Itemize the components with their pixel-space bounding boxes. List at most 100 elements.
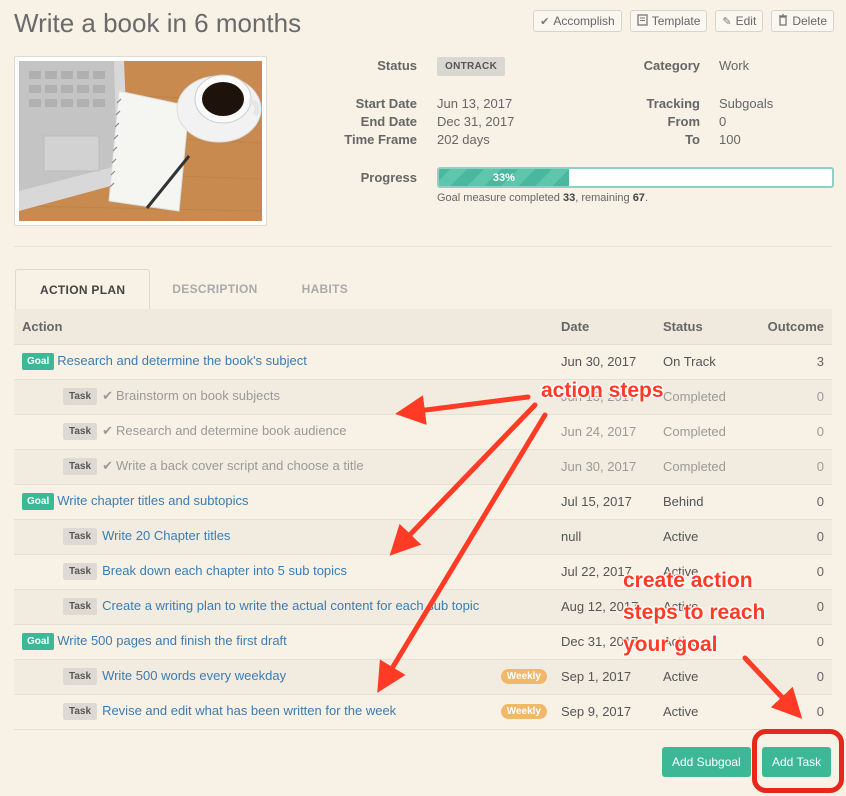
to-value: 100: [719, 132, 741, 147]
task-row[interactable]: Task Revise and edit what has been writte…: [14, 694, 832, 730]
category-value: Work: [719, 58, 750, 73]
header-action: Action: [14, 309, 553, 345]
action-cell: Task ✔ Write a back cover script and choos…: [14, 449, 553, 485]
task-row[interactable]: Task ✔ Write a back cover script and choos…: [14, 449, 832, 485]
task-row[interactable]: Task Write 20 Chapter titles null Active 0: [14, 519, 832, 555]
date-cell: Jul 15, 2017: [553, 484, 655, 520]
task-badge: Task: [63, 598, 98, 616]
goal-row[interactable]: Goal Research and determine the book's su…: [14, 344, 832, 380]
outcome-cell: 0: [752, 484, 832, 520]
status-label: Status: [377, 58, 417, 73]
template-icon: [637, 13, 648, 29]
action-cell: Task Create a writing plan to write the a…: [14, 589, 553, 625]
tab-action-plan[interactable]: ACTION PLAN: [15, 269, 151, 310]
trash-icon: [778, 13, 788, 29]
callout-create-line-1: create action: [623, 569, 753, 592]
task-badge: Task: [63, 458, 98, 476]
task-row[interactable]: Task ✔ Brainstorm on book subjects Jun 13, …: [14, 379, 832, 415]
goal-badge: Goal: [22, 353, 55, 371]
delete-label: Delete: [792, 14, 827, 28]
weekly-badge: Weekly: [500, 668, 547, 684]
status-cell: Active: [655, 694, 752, 730]
header-status: Status: [655, 309, 752, 345]
action-cell: Task ✔ Research and determine book audienc…: [14, 414, 553, 450]
action-plan-rows: Goal Research and determine the book's su…: [14, 344, 832, 730]
action-cell: Task Break down each chapter into 5 sub t…: [14, 554, 553, 590]
edit-label: Edit: [735, 14, 757, 28]
status-cell: Active: [655, 519, 752, 555]
accomplish-button[interactable]: ✔ Accomplish: [533, 10, 622, 32]
task-badge: Task: [63, 528, 98, 546]
goal-row[interactable]: Goal Write chapter titles and subtopics Ju…: [14, 484, 832, 520]
row-title-link[interactable]: Write chapter titles and subtopics: [57, 493, 248, 508]
check-icon: ✔: [540, 15, 550, 28]
add-task-highlight-ring: [752, 729, 844, 793]
status-badge: ONTRACK: [437, 57, 506, 76]
action-cell: Task ✔ Brainstorm on book subjects: [14, 379, 553, 415]
progress-fill: 33%: [439, 169, 569, 186]
row-title-link: ✔ Research and determine book audience: [102, 422, 347, 438]
row-title-link[interactable]: Break down each chapter into 5 sub topic…: [102, 563, 347, 578]
action-cell: Task Write 500 words every weekday Weekly: [14, 659, 553, 695]
task-badge: Task: [63, 563, 98, 581]
progress-percent-text: 33%: [492, 171, 515, 184]
weekly-badge: Weekly: [500, 703, 547, 719]
date-cell: Jun 24, 2017: [553, 414, 655, 450]
tab-description[interactable]: DESCRIPTION: [150, 269, 279, 309]
pencil-icon: ✎: [722, 15, 732, 28]
date-cell: null: [553, 519, 655, 555]
date-cell: Jun 30, 2017: [553, 449, 655, 485]
status-cell: On Track: [655, 344, 752, 380]
progress-completed-value: 33: [562, 192, 576, 204]
time-frame-label: Time Frame: [344, 132, 417, 147]
progress-label: Progress: [360, 170, 417, 185]
delete-button[interactable]: Delete: [771, 10, 834, 32]
date-cell: Jun 30, 2017: [553, 344, 655, 380]
callout-create-line-2: steps to reach: [623, 601, 766, 624]
end-date-value: Dec 31, 2017: [437, 114, 515, 129]
add-subgoal-button[interactable]: Add Subgoal: [662, 747, 751, 777]
start-date-value: Jun 13, 2017: [437, 96, 513, 111]
action-cell: Task Revise and edit what has been writte…: [14, 694, 553, 730]
outcome-cell: 0: [752, 659, 832, 695]
tab-bar: ACTION PLAN DESCRIPTION HABITS: [15, 269, 370, 310]
tab-habits[interactable]: HABITS: [280, 269, 370, 309]
section-divider: [14, 246, 832, 247]
row-title-link[interactable]: Write 500 words every weekday: [102, 668, 286, 683]
header-outcome: Outcome: [752, 309, 832, 345]
template-button[interactable]: Template: [629, 10, 708, 32]
goal-image: [14, 56, 267, 226]
edit-button[interactable]: ✎ Edit: [715, 10, 764, 32]
row-title-link[interactable]: Write 20 Chapter titles: [102, 528, 230, 543]
time-frame-value: 202 days: [437, 132, 490, 147]
outcome-cell: 0: [752, 554, 832, 590]
task-badge: Task: [63, 668, 98, 686]
row-title-link[interactable]: Create a writing plan to write the actua…: [102, 598, 479, 613]
date-cell: Sep 9, 2017: [553, 694, 655, 730]
goal-badge: Goal: [22, 493, 55, 511]
completed-check-icon: ✔: [102, 422, 113, 438]
completed-check-icon: ✔: [102, 457, 113, 473]
progress-note: Goal measure completed 33, remaining 67.: [437, 192, 648, 204]
status-cell: Completed: [655, 414, 752, 450]
table-header-row: Action Date Status Outcome: [14, 309, 832, 345]
outcome-cell: 0: [752, 519, 832, 555]
callout-action-steps: action steps: [541, 379, 664, 402]
outcome-cell: 0: [752, 449, 832, 485]
page-title: Write a book in 6 months: [14, 8, 302, 38]
category-label: Category: [643, 58, 700, 73]
outcome-cell: 0: [752, 624, 832, 660]
task-row[interactable]: Task Write 500 words every weekday Weekly S…: [14, 659, 832, 695]
row-title-link[interactable]: Write 500 pages and finish the first dra…: [57, 633, 287, 648]
progress-bar: 33%: [437, 167, 834, 188]
goal-toolbar: ✔ Accomplish Template ✎ Edit Delete: [533, 10, 834, 32]
tracking-label: Tracking: [646, 96, 700, 111]
action-plan-table: Action Date Status Outcome Goal Research …: [14, 309, 832, 730]
row-title-link[interactable]: Revise and edit what has been written fo…: [102, 703, 396, 718]
action-cell: Goal Research and determine the book's su…: [14, 344, 553, 380]
row-title-link[interactable]: Research and determine the book's subjec…: [57, 353, 307, 368]
task-badge: Task: [63, 388, 98, 406]
task-row[interactable]: Task ✔ Research and determine book audienc…: [14, 414, 832, 450]
start-date-label: Start Date: [355, 96, 417, 111]
outcome-cell: 0: [752, 414, 832, 450]
